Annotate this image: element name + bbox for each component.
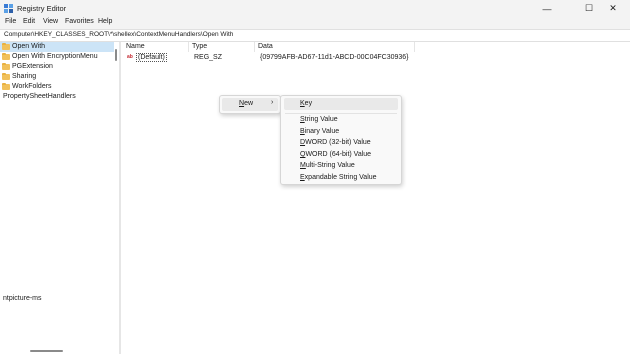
context-menu: New ›	[219, 95, 281, 114]
tree-item-open-with-encryptionmenu[interactable]: Open With EncryptionMenu	[0, 52, 114, 62]
folder-icon	[2, 63, 10, 70]
registry-editor-app-icon	[4, 4, 13, 13]
window-title: Registry Editor	[17, 4, 67, 13]
value-data: {09799AFB-AD67-11d1-ABCD-00C04FC30936}	[260, 54, 409, 61]
tree-item-label: Sharing	[12, 73, 37, 80]
tree-item-propertysheethandlers[interactable]: PropertySheetHandlers	[0, 92, 114, 102]
menu-favorites[interactable]: Favorites	[65, 18, 94, 25]
menu-help[interactable]: Help	[98, 18, 112, 25]
submenu-item-expandable-string-value[interactable]: Expandable String Value	[300, 174, 377, 181]
submenu-item-binary-value[interactable]: Binary Value	[300, 128, 339, 135]
folder-icon	[2, 73, 10, 80]
value-row-default[interactable]: ab (Default) REG_SZ {09799AFB-AD67-11d1-…	[124, 53, 424, 63]
tree-item-label: ntpicture-ms	[3, 295, 42, 302]
address-bar[interactable]: Computer\HKEY_CLASSES_ROOT\*\shellex\Con…	[0, 29, 630, 42]
maximize-icon: ☐	[584, 3, 594, 13]
minimize-button[interactable]: —	[530, 0, 564, 17]
tree-item-label: Open With	[12, 43, 46, 50]
column-header-name[interactable]: Name	[126, 43, 145, 50]
tree-item-sharing[interactable]: Sharing	[0, 72, 114, 82]
tree-item-label: WorkFolders	[12, 83, 52, 90]
submenu-item-qword-value[interactable]: QWORD (64-bit) Value	[300, 151, 371, 158]
tree-item-label: PGExtension	[12, 63, 53, 70]
new-submenu: Key String Value Binary Value DWORD (32-…	[280, 95, 402, 185]
tree-item-pgextension[interactable]: PGExtension	[0, 62, 114, 72]
folder-icon	[2, 43, 10, 50]
folder-icon	[2, 83, 10, 90]
folder-icon	[2, 53, 10, 60]
menu-file[interactable]: File	[5, 18, 16, 25]
submenu-item-dword-value[interactable]: DWORD (32-bit) Value	[300, 139, 371, 146]
values-list-pane: Name Type Data ab (Default) REG_SZ {0979…	[122, 42, 630, 354]
menu-view[interactable]: View	[43, 18, 58, 25]
context-menu-new-label: New	[239, 100, 254, 107]
string-value-icon: ab	[127, 54, 133, 60]
value-type: REG_SZ	[194, 54, 223, 61]
menu-edit[interactable]: Edit	[23, 18, 35, 25]
column-divider[interactable]	[254, 42, 255, 52]
key-tree-pane: Open With Open With EncryptionMenu PGExt…	[0, 42, 116, 352]
column-divider[interactable]	[188, 42, 189, 52]
tree-item-workfolders[interactable]: WorkFolders	[0, 82, 114, 92]
column-header-data[interactable]: Data	[258, 43, 273, 50]
submenu-item-multi-string-value[interactable]: Multi-String Value	[300, 162, 355, 169]
submenu-arrow-icon: ›	[271, 99, 274, 106]
tree-vertical-scrollbar[interactable]	[115, 49, 117, 61]
pane-splitter[interactable]	[119, 42, 121, 354]
tree-item-ntpicture-ms[interactable]: ntpicture-ms	[0, 294, 114, 304]
address-path: Computer\HKEY_CLASSES_ROOT\*\shellex\Con…	[4, 31, 234, 38]
submenu-item-string-value[interactable]: String Value	[300, 116, 338, 123]
tree-horizontal-scrollbar[interactable]	[30, 350, 63, 352]
column-header-type[interactable]: Type	[192, 43, 207, 50]
tree-item-label: PropertySheetHandlers	[3, 93, 76, 100]
column-divider[interactable]	[414, 42, 415, 52]
tree-item-label: Open With EncryptionMenu	[12, 53, 98, 60]
close-button[interactable]: ✕	[596, 0, 630, 17]
menu-bar: File Edit View Favorites Help	[0, 17, 630, 29]
value-name: (Default)	[136, 53, 167, 62]
submenu-divider	[285, 113, 397, 114]
submenu-item-key[interactable]: Key	[300, 100, 312, 107]
tree-item-open-with[interactable]: Open With	[0, 42, 114, 52]
title-bar: Registry Editor — ☐ ✕	[0, 0, 630, 17]
registry-editor-window: Registry Editor — ☐ ✕ File Edit View Fav…	[0, 0, 630, 358]
minimize-icon: —	[542, 3, 552, 14]
close-icon: ✕	[609, 3, 617, 13]
